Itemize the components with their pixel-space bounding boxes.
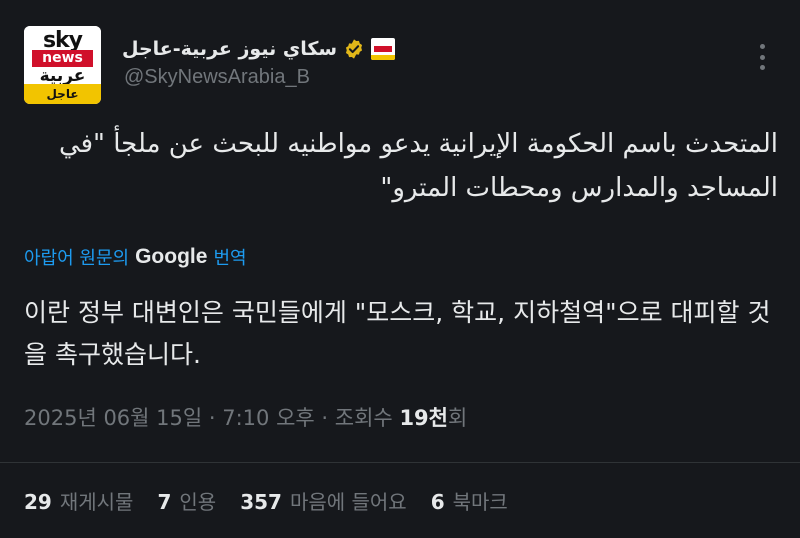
meta-separator: ·: [321, 406, 335, 430]
stat-likes[interactable]: 357 마음에 들어요: [240, 486, 407, 515]
views-label: 조회수: [334, 406, 393, 430]
tweet-meta: 2025년 06월 15일 · 7:10 오후 · 조회수 19천회: [24, 402, 467, 432]
tweet-time[interactable]: 7:10 오후: [222, 406, 314, 430]
google-logo: Google: [135, 245, 208, 268]
avatar-brand-band: عاجل: [24, 84, 101, 104]
views-count: 19천: [399, 406, 448, 430]
translation-prefix: 아랍어 원문의: [24, 248, 130, 269]
meta-separator: ·: [208, 406, 223, 430]
stat-quotes[interactable]: 7 인용: [157, 486, 216, 515]
more-options-icon[interactable]: [754, 44, 770, 70]
display-name[interactable]: سكاي نيوز عربية-عاجل: [122, 38, 337, 60]
translation-attribution[interactable]: 아랍어 원문의 Google 번역: [24, 244, 247, 270]
avatar[interactable]: sky news عربية عاجل: [24, 26, 101, 104]
divider: [0, 462, 800, 463]
translation-suffix: 번역: [213, 248, 247, 269]
translated-text: 이란 정부 대변인은 국민들에게 "모스크, 학교, 지하철역"으로 대피할 것…: [24, 298, 771, 369]
verified-badge-icon[interactable]: [343, 38, 365, 60]
avatar-brand-news: news: [32, 50, 93, 67]
views-suffix: 회: [447, 406, 468, 430]
tweet-text: المتحدث باسم الحكومة الإيرانية يدعو مواط…: [58, 129, 778, 203]
tweet-date[interactable]: 2025년 06월 15일: [24, 406, 202, 430]
avatar-brand-arabic: عربية: [39, 66, 86, 86]
avatar-logo-area: sky news عربية: [24, 26, 101, 86]
account-handle[interactable]: @SkyNewsArabia_B: [124, 66, 310, 89]
stat-reposts[interactable]: 29 재게시물: [24, 486, 133, 515]
account-name-row[interactable]: سكاي نيوز عربية-عاجل: [122, 36, 396, 62]
stat-bookmarks[interactable]: 6 북마크: [431, 486, 508, 515]
engagement-stats: 29 재게시물 7 인용 357 마음에 들어요 6 북마크: [24, 486, 508, 515]
affiliate-badge-icon[interactable]: [371, 38, 396, 60]
